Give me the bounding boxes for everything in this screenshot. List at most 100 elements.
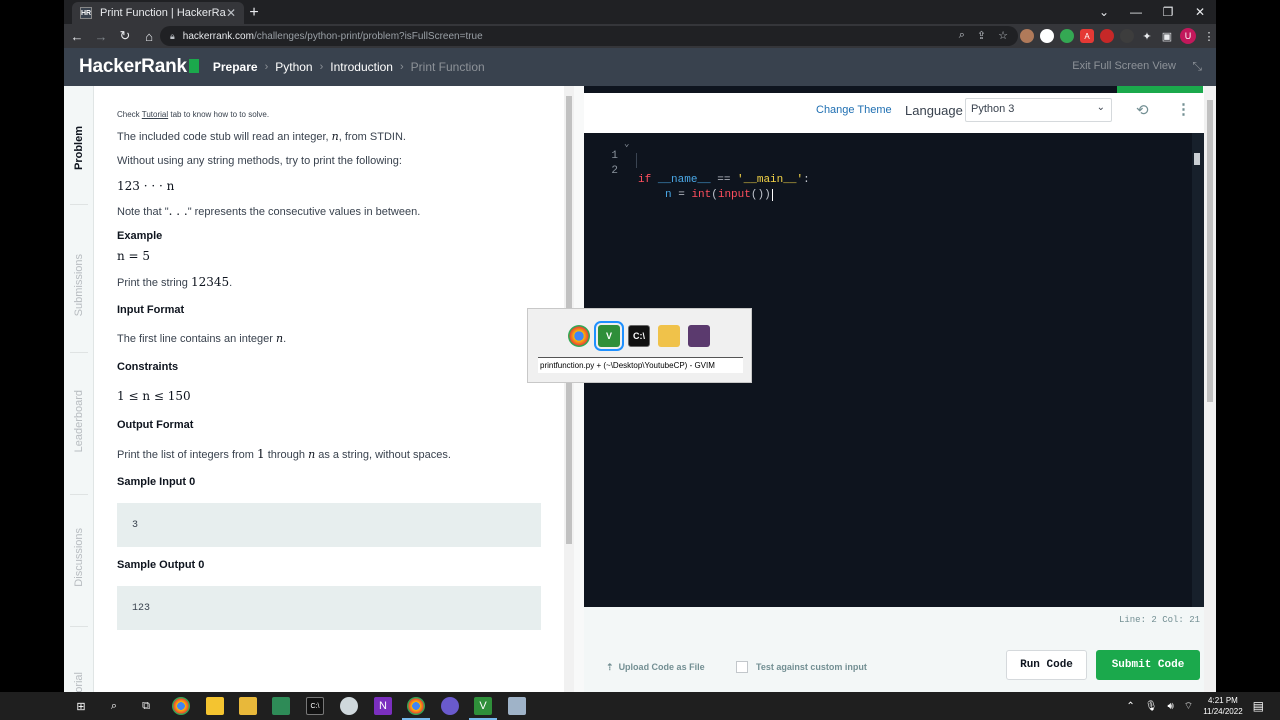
language-select[interactable]: Python 3 ⌄ (965, 98, 1112, 122)
windows-start-icon[interactable]: ⊞ (72, 697, 90, 715)
exit-fullscreen-link[interactable]: Exit Full Screen View (1072, 60, 1176, 72)
minimize-icon[interactable]: — (1120, 5, 1152, 19)
media-player-icon[interactable] (441, 697, 459, 715)
notifications-icon[interactable]: ▤ (1253, 699, 1264, 713)
onenote-icon[interactable]: N (374, 697, 392, 715)
stub-description: The included code stub will read an inte… (117, 130, 406, 143)
language-label: Language (905, 103, 963, 118)
breadcrumb-prepare[interactable]: Prepare (213, 60, 258, 74)
clock[interactable]: 4:21 PM 11/24/2022 (1203, 695, 1242, 717)
editor-scrollbar[interactable] (1192, 133, 1204, 607)
chrome-icon[interactable] (568, 325, 590, 347)
panel-splitter[interactable] (574, 86, 584, 692)
bookmark-star-icon[interactable]: ☆ (998, 29, 1008, 42)
browser-tab[interactable]: HR Print Function | HackerRank ✕ (72, 2, 244, 24)
switcher-window-title: printfunction.py + (~\Desktop\YoutubeCP)… (538, 357, 743, 373)
tutorial-link[interactable]: Tutorial (142, 110, 168, 119)
more-options-icon[interactable]: ⋮ (1176, 100, 1191, 118)
tab-tutorial[interactable]: Tutorial (64, 672, 94, 692)
adblock-icon[interactable]: A (1080, 29, 1094, 43)
custom-input-checkbox[interactable] (736, 661, 748, 673)
close-window-icon[interactable]: ✕ (1184, 5, 1216, 19)
chrome-taskbar-icon[interactable] (172, 697, 190, 715)
taskbar: ⊞ ⌕ ⧉ C:\ N V ⌃ 🎙︎ 🔊︎ ⌔ 4:21 PM 11/24/20… (0, 692, 1280, 720)
window-controls: ⌄ — ❐ ✕ (1088, 0, 1216, 24)
share-icon[interactable]: ⇪ (977, 29, 986, 42)
tray-chevron-icon[interactable]: ⌃ (1126, 701, 1134, 712)
url-path: /challenges/python-print/problem?isFullS… (253, 30, 483, 42)
tab-problem[interactable]: Problem (64, 126, 94, 170)
notepad-icon[interactable] (272, 697, 290, 715)
history-icon[interactable]: ⟲ (1136, 101, 1149, 119)
input-format-text: The first line contains an integer n. (117, 332, 287, 345)
input-format-heading: Input Format (117, 304, 185, 316)
forward-icon[interactable]: → (90, 29, 112, 44)
tab-title: Print Function | HackerRank (100, 7, 226, 19)
maximize-icon[interactable]: ❐ (1152, 5, 1184, 19)
breadcrumb-python[interactable]: Python (275, 60, 312, 74)
home-icon[interactable]: ⌂ (138, 29, 160, 44)
breadcrumb-introduction[interactable]: Introduction (330, 60, 393, 74)
extension-1-icon[interactable] (1020, 29, 1034, 43)
tab-search-icon[interactable]: ⌄ (1088, 5, 1120, 19)
profile-avatar[interactable]: U (1180, 28, 1196, 44)
submit-code-button[interactable]: Submit Code (1096, 650, 1200, 680)
extensions-puzzle-icon[interactable]: ✦ (1140, 29, 1154, 43)
note-text: Note that ". . ." represents the consecu… (117, 204, 421, 218)
chevron-down-icon: ⌄ (1096, 102, 1105, 113)
example-heading: Example (117, 230, 163, 242)
extension-2-icon[interactable] (1040, 29, 1054, 43)
cursor-position: Line: 2 Col: 21 (1118, 615, 1200, 625)
zoom-icon[interactable]: ⌕ (959, 29, 965, 42)
volume-icon[interactable]: 🔊︎ (1167, 701, 1173, 712)
new-tab-button[interactable]: + (244, 4, 264, 22)
task-view-icon[interactable]: ⧉ (137, 697, 155, 715)
exit-fullscreen-icon[interactable]: ⤡ (1192, 59, 1202, 74)
folder-icon[interactable] (658, 325, 680, 347)
extension-5-icon[interactable] (1100, 29, 1114, 43)
chrome-profile-taskbar-icon[interactable] (407, 697, 425, 715)
cmd-icon[interactable]: C:\ (306, 697, 324, 715)
code-editor-panel: Change Theme Language Python 3 ⌄ ⟲ ⋮ 1 ⌄… (584, 86, 1216, 692)
code-line-1: 1 ⌄ if __name__ == '__main__': (611, 139, 810, 186)
upload-code-link[interactable]: ⇡ Upload Code as File (606, 662, 705, 673)
problem-scrollbar[interactable] (564, 86, 574, 692)
custom-input-label[interactable]: Test against custom input (756, 662, 867, 672)
lock-icon[interactable]: 🔒︎ (170, 31, 175, 42)
url-input[interactable]: 🔒︎ hackerrank.com /challenges/python-pri… (160, 26, 1018, 46)
chrome-menu-icon[interactable]: ⋮ (1202, 29, 1216, 43)
example-n: n = 5 (117, 249, 151, 263)
search-icon[interactable]: ⌕ (105, 697, 123, 715)
file-explorer-icon[interactable] (239, 697, 257, 715)
constraint-formula: 1 ≤ n ≤ 150 (117, 389, 191, 403)
extension-3-icon[interactable] (1060, 29, 1074, 43)
terminal-icon[interactable]: C:\ (628, 325, 650, 347)
page-scrollbar[interactable] (1204, 86, 1216, 692)
microphone-icon[interactable]: 🎙︎ (1145, 701, 1158, 712)
window-app-icon[interactable] (508, 697, 526, 715)
editor-actions: ⇡ Upload Code as File Test against custo… (584, 641, 1216, 692)
gvim-icon[interactable]: V (594, 321, 624, 351)
hackerrank-logo[interactable]: HackerRank (79, 56, 199, 78)
chevron-right-icon: › (399, 61, 404, 73)
back-icon[interactable]: ← (66, 29, 88, 44)
change-theme-link[interactable]: Change Theme (816, 104, 892, 116)
sample-input-box: 3 (117, 503, 541, 547)
chevron-right-icon: › (319, 61, 324, 73)
sticky-notes-icon[interactable] (206, 697, 224, 715)
gvim-taskbar-icon[interactable]: V (474, 697, 492, 715)
network-icon[interactable]: ⌔ (1184, 700, 1193, 713)
sidebar-icon[interactable]: ▣ (1160, 29, 1174, 43)
extension-6-icon[interactable] (1120, 29, 1134, 43)
app-icon[interactable] (688, 325, 710, 347)
editor-toolbar: Change Theme Language Python 3 ⌄ ⟲ ⋮ (584, 93, 1204, 133)
run-code-button[interactable]: Run Code (1006, 650, 1087, 680)
tab-leaderboard[interactable]: Leaderboard (64, 390, 94, 452)
tab-submissions[interactable]: Submissions (64, 254, 94, 316)
tab-discussions[interactable]: Discussions (64, 528, 94, 587)
tab-close-icon[interactable]: ✕ (226, 6, 236, 20)
app-taskbar-icon[interactable] (340, 697, 358, 715)
reload-icon[interactable]: ↻ (114, 28, 136, 44)
window-switcher: V C:\ printfunction.py + (~\Desktop\Yout… (527, 308, 752, 383)
fold-chevron-icon[interactable]: ⌄ (624, 139, 629, 149)
